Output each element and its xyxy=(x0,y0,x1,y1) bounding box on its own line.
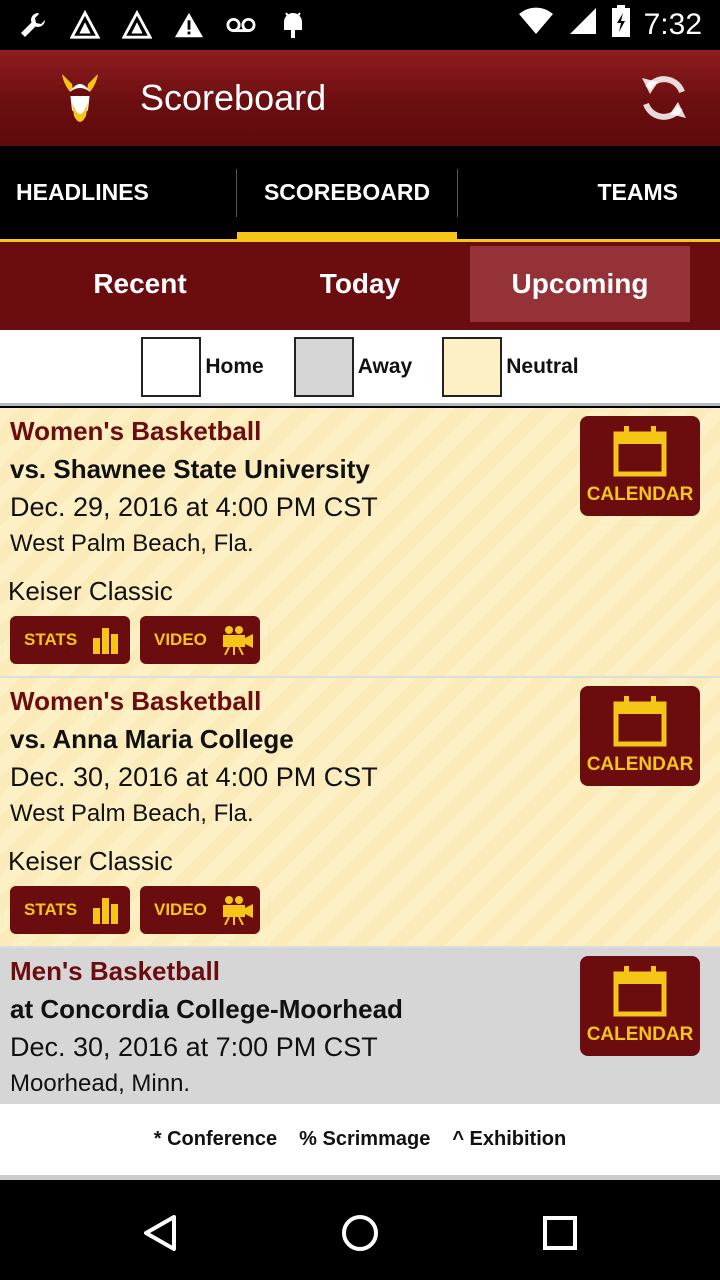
clock: 7:32 xyxy=(643,8,702,41)
home-icon[interactable] xyxy=(340,1213,380,1253)
video-button[interactable]: VIDEO xyxy=(140,616,260,664)
legend-label: Home xyxy=(205,354,264,378)
calendar-label: CALENDAR xyxy=(586,754,694,775)
calendar-label: CALENDAR xyxy=(586,484,694,505)
signal-icon xyxy=(568,6,598,44)
game-card[interactable]: Women's Basketball vs. Shawnee State Uni… xyxy=(0,408,720,678)
opponent: at Concordia College-Moorhead xyxy=(10,994,403,1024)
sport-name: Men's Basketball xyxy=(10,956,220,986)
tab-scoreboard[interactable]: SCOREBOARD xyxy=(237,146,457,242)
video-button[interactable]: VIDEO xyxy=(140,886,260,934)
location-legend: Home Away Neutral xyxy=(0,330,720,406)
recents-icon[interactable] xyxy=(540,1213,580,1253)
tab-teams[interactable]: TEAMS xyxy=(458,146,720,239)
video-label: VIDEO xyxy=(154,630,207,649)
tournament-name: Keiser Classic xyxy=(8,846,173,876)
warning-icon xyxy=(174,10,204,40)
app-bar: Scoreboard xyxy=(0,50,720,146)
voicemail-icon xyxy=(226,10,256,40)
video-camera-icon xyxy=(222,896,253,925)
bar-chart-icon xyxy=(93,898,119,924)
vikings-logo-icon[interactable] xyxy=(48,66,112,130)
calendar-button[interactable]: CALENDAR xyxy=(580,416,700,516)
status-bar: 7:32 xyxy=(0,0,720,50)
legend-away: Away xyxy=(293,336,413,397)
system-nav-bar xyxy=(0,1185,720,1280)
calendar-icon xyxy=(613,696,667,747)
back-icon[interactable] xyxy=(140,1213,180,1253)
wrench-icon xyxy=(18,10,48,40)
game-location: West Palm Beach, Fla. xyxy=(10,530,254,557)
home-swatch xyxy=(141,336,202,397)
wifi-icon xyxy=(518,6,554,44)
bar-chart-icon xyxy=(93,628,119,654)
stats-label: STATS xyxy=(24,630,78,649)
refresh-icon[interactable] xyxy=(636,70,692,126)
app-icon xyxy=(70,10,100,40)
legend-home: Home xyxy=(141,336,264,397)
stats-button[interactable]: STATS xyxy=(10,616,130,664)
legend-label: Away xyxy=(357,354,413,378)
tournament-name: Keiser Classic xyxy=(8,576,173,606)
calendar-icon xyxy=(613,966,667,1017)
exhibition-note: ^ Exhibition xyxy=(452,1128,567,1150)
legend-neutral: Neutral xyxy=(442,336,579,397)
calendar-label: CALENDAR xyxy=(586,1024,694,1045)
calendar-icon xyxy=(613,426,667,477)
game-datetime: Dec. 30, 2016 at 4:00 PM CST xyxy=(10,762,378,792)
android-icon xyxy=(278,10,308,40)
system-icons: 7:32 xyxy=(518,5,702,45)
calendar-button[interactable]: CALENDAR xyxy=(580,956,700,1056)
tab-headlines[interactable]: HEADLINES xyxy=(0,146,236,239)
game-datetime: Dec. 29, 2016 at 4:00 PM CST xyxy=(10,492,378,522)
game-card[interactable]: Men's Basketball at Concordia College-Mo… xyxy=(0,948,720,1104)
scrimmage-note: % Scrimmage xyxy=(299,1128,431,1150)
notification-icons xyxy=(18,10,308,40)
subtab-upcoming[interactable]: Upcoming xyxy=(470,246,690,322)
video-camera-icon xyxy=(222,626,253,655)
legend-label: Neutral xyxy=(506,354,579,378)
opponent: vs. Anna Maria College xyxy=(10,724,294,754)
stats-label: STATS xyxy=(24,900,78,919)
subtab-recent[interactable]: Recent xyxy=(40,246,240,322)
main-tabs: HEADLINES SCOREBOARD TEAMS xyxy=(0,146,720,242)
video-label: VIDEO xyxy=(154,900,207,919)
opponent: vs. Shawnee State University xyxy=(10,454,370,484)
calendar-button[interactable]: CALENDAR xyxy=(580,686,700,786)
game-type-legend: * Conference % Scrimmage ^ Exhibition xyxy=(0,1104,720,1180)
sport-name: Women's Basketball xyxy=(10,686,262,716)
app-icon xyxy=(122,10,152,40)
away-swatch xyxy=(293,336,354,397)
battery-icon xyxy=(611,5,630,45)
stats-button[interactable]: STATS xyxy=(10,886,130,934)
game-datetime: Dec. 30, 2016 at 7:00 PM CST xyxy=(10,1032,378,1062)
sport-name: Women's Basketball xyxy=(10,416,262,446)
subtab-today[interactable]: Today xyxy=(260,246,460,322)
schedule-filter-tabs: Recent Today Upcoming xyxy=(0,242,720,330)
page-title: Scoreboard xyxy=(140,77,327,118)
game-card[interactable]: Women's Basketball vs. Anna Maria Colleg… xyxy=(0,678,720,948)
game-location: Moorhead, Minn. xyxy=(10,1070,191,1097)
game-location: West Palm Beach, Fla. xyxy=(10,800,254,827)
neutral-swatch xyxy=(442,336,503,397)
conference-note: * Conference xyxy=(153,1128,278,1150)
